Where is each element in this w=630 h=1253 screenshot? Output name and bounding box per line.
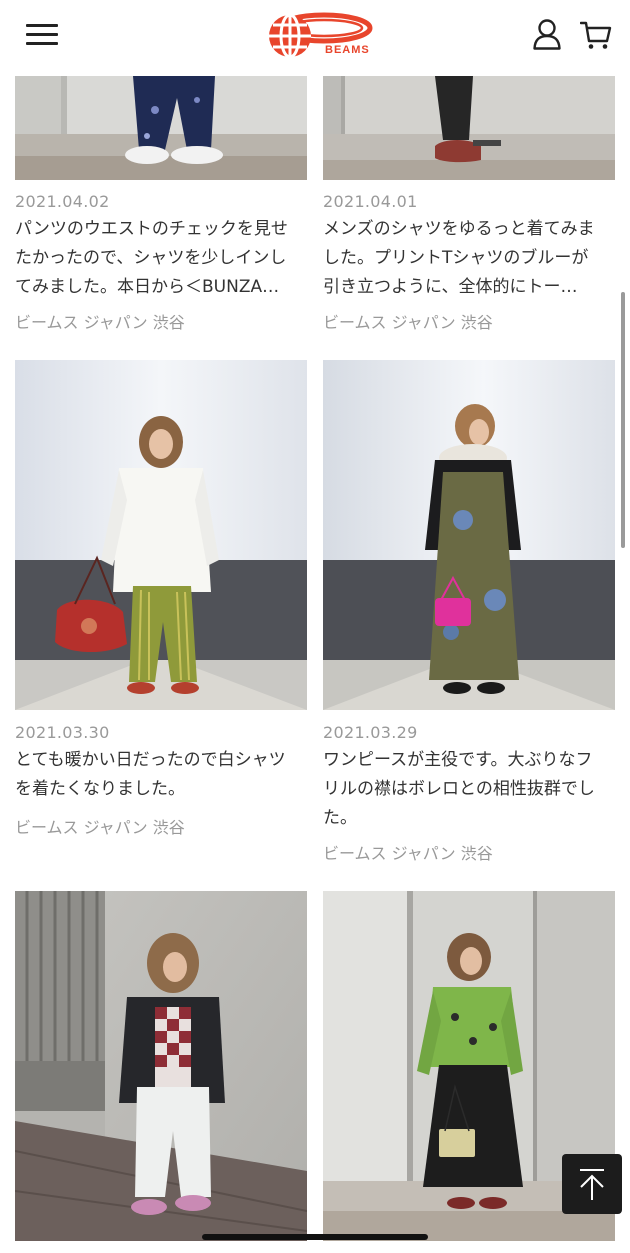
post-card[interactable]: 2021.03.29 ワンピースが主役です。大ぶりなフ リルの襟はボレロとの相性… bbox=[323, 360, 615, 870]
hamburger-menu-icon[interactable] bbox=[26, 22, 58, 46]
post-description-line: ワンピースが主役です。大ぶりなフ bbox=[323, 750, 593, 770]
post-shop[interactable]: ビームス ジャパン 渋谷 bbox=[15, 309, 185, 333]
back-to-top-button[interactable] bbox=[562, 1154, 622, 1214]
page-scrollbar[interactable] bbox=[621, 292, 625, 548]
post-photo[interactable] bbox=[15, 360, 307, 710]
post-card[interactable] bbox=[15, 891, 307, 1241]
post-description-line: した。プリントTシャツのブルーが bbox=[323, 248, 589, 268]
post-date: 2021.03.29 bbox=[323, 723, 418, 742]
post-description-line: たかったので、シャツを少しインし bbox=[15, 248, 287, 268]
logo-wordmark: BEAMS bbox=[325, 44, 370, 56]
post-description: メンズのシャツをゆるっと着てみま した。プリントTシャツのブルーが 引き立つよう… bbox=[323, 215, 618, 302]
post-photo[interactable] bbox=[15, 891, 307, 1241]
post-description-line: パンツのウエストのチェックを見せ bbox=[15, 219, 288, 239]
post-description-line: リルの襟はボレロとの相性抜群でし bbox=[323, 779, 595, 799]
post-date: 2021.04.01 bbox=[323, 192, 418, 211]
cart-icon[interactable] bbox=[580, 20, 612, 50]
post-description-line: を着たくなりました。 bbox=[15, 779, 185, 799]
post-date: 2021.04.02 bbox=[15, 192, 110, 211]
post-description-line: てみました。本日から＜BUNZA… bbox=[15, 277, 280, 297]
user-icon[interactable] bbox=[532, 18, 562, 50]
app-header: BEAMS bbox=[0, 0, 630, 76]
home-indicator bbox=[202, 1234, 428, 1240]
post-description: パンツのウエストのチェックを見せ たかったので、シャツを少しインし てみました。… bbox=[15, 215, 310, 302]
post-description-line: とても暖かい日だったので白シャツ bbox=[15, 750, 286, 770]
post-description-line: 引き立つように、全体的にトー… bbox=[323, 277, 578, 297]
post-card[interactable]: 2021.03.30 とても暖かい日だったので白シャツ を着たくなりました。 ビ… bbox=[15, 360, 307, 860]
post-photo[interactable] bbox=[323, 360, 615, 710]
post-date: 2021.03.30 bbox=[15, 723, 110, 742]
post-description: ワンピースが主役です。大ぶりなフ リルの襟はボレロとの相性抜群でし た。 bbox=[323, 746, 618, 833]
post-description-line: た。 bbox=[323, 808, 357, 828]
post-description: とても暖かい日だったので白シャツ を着たくなりました。 bbox=[15, 746, 310, 804]
arrow-up-to-top-icon bbox=[580, 1169, 604, 1200]
post-description-line: メンズのシャツをゆるっと着てみま bbox=[323, 219, 595, 239]
post-shop[interactable]: ビームス ジャパン 渋谷 bbox=[323, 840, 493, 864]
post-shop[interactable]: ビームス ジャパン 渋谷 bbox=[323, 309, 493, 333]
post-shop[interactable]: ビームス ジャパン 渋谷 bbox=[15, 814, 185, 838]
